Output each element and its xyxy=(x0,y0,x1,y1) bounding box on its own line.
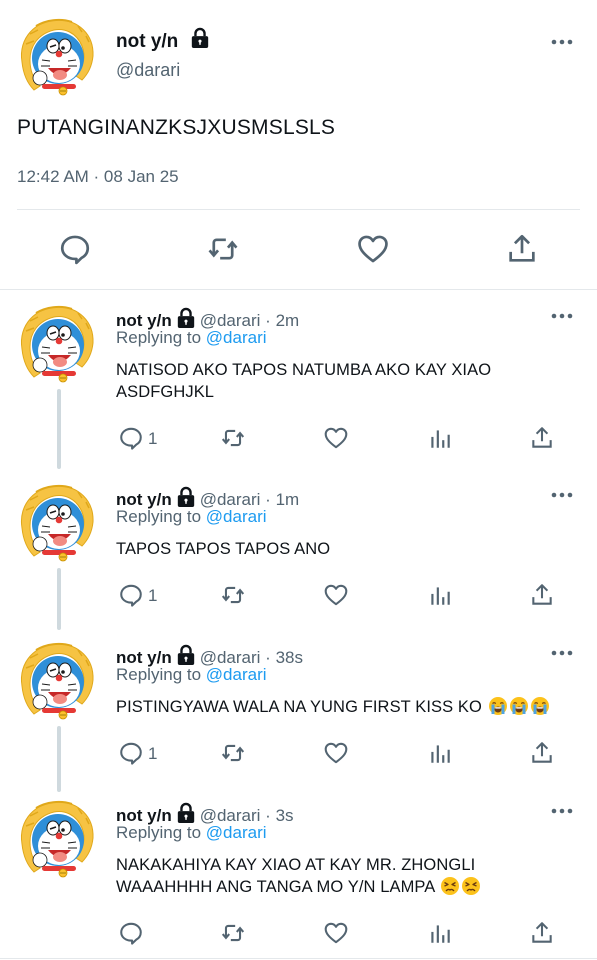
reply-text: NAKAKAHIYA KAY XIAO AT KAY MR. ZHONGLI W… xyxy=(116,854,576,898)
reply-text-line: TAPOS TAPOS TAPOS ANO xyxy=(116,540,331,558)
more-options-icon[interactable] xyxy=(550,37,574,47)
reply-tweet[interactable]: not y/n @darari · 1m Replying to @darari … xyxy=(0,470,597,630)
lock-icon xyxy=(176,307,196,329)
loudly-crying-face-icon xyxy=(509,696,529,716)
replying-to: Replying to @darari xyxy=(116,507,267,527)
time-ago[interactable]: 38s xyxy=(276,648,303,667)
doraemon-avatar-icon[interactable] xyxy=(16,303,96,383)
main-tweet: not y/n @darari PUTANGINANZKSJXUSMSLSLS … xyxy=(0,0,597,290)
like-icon[interactable] xyxy=(323,425,349,451)
replying-prefix: Replying to xyxy=(116,328,202,347)
more-options-icon[interactable] xyxy=(550,490,574,500)
lock-icon xyxy=(176,644,196,666)
share-icon[interactable] xyxy=(529,920,555,946)
reply-text: NATISOD AKO TAPOS NATUMBA AKO KAY XIAO A… xyxy=(116,359,576,403)
reply-text-line: ASDFGHJKL xyxy=(116,383,215,401)
loudly-crying-face-icon xyxy=(530,696,550,716)
share-icon[interactable] xyxy=(505,232,539,266)
time-ago[interactable]: 1m xyxy=(276,490,300,509)
reply-icon[interactable] xyxy=(58,232,92,266)
more-options-icon[interactable] xyxy=(550,806,574,816)
retweet-icon[interactable] xyxy=(220,920,246,946)
retweet-icon[interactable] xyxy=(220,740,246,766)
display-name-text: not y/n xyxy=(116,31,179,52)
like-icon[interactable] xyxy=(323,740,349,766)
mention-link[interactable]: @darari xyxy=(206,328,267,347)
replying-to: Replying to @darari xyxy=(116,328,267,348)
doraemon-avatar-icon[interactable] xyxy=(16,798,96,878)
replying-prefix: Replying to xyxy=(116,507,202,526)
more-options-icon[interactable] xyxy=(550,648,574,658)
mention-link[interactable]: @darari xyxy=(206,665,267,684)
mention-link[interactable]: @darari xyxy=(206,823,267,842)
replying-prefix: Replying to xyxy=(116,665,202,684)
analytics-icon[interactable] xyxy=(427,425,453,451)
mention-link[interactable]: @darari xyxy=(206,507,267,526)
divider xyxy=(0,958,597,959)
lock-icon xyxy=(190,27,210,49)
reply-text-line: NATISOD AKO TAPOS NATUMBA AKO KAY XIAO xyxy=(116,361,492,379)
reply-text: PISTINGYAWA WALA NA YUNG FIRST KISS KO xyxy=(116,696,576,718)
replying-to: Replying to @darari xyxy=(116,665,267,685)
reply-icon[interactable] xyxy=(118,920,144,946)
reply-icon[interactable] xyxy=(118,425,144,451)
like-icon[interactable] xyxy=(356,232,390,266)
more-options-icon[interactable] xyxy=(550,311,574,321)
reply-text: TAPOS TAPOS TAPOS ANO xyxy=(116,538,576,560)
reply-icon[interactable] xyxy=(118,740,144,766)
reply-text-line: NAKAKAHIYA KAY XIAO AT KAY MR. ZHONGLI xyxy=(116,856,476,874)
share-icon[interactable] xyxy=(529,425,555,451)
reply-text-line: PISTINGYAWA WALA NA YUNG FIRST KISS KO xyxy=(116,696,576,718)
doraemon-avatar-icon[interactable] xyxy=(16,482,96,562)
divider xyxy=(17,209,580,210)
analytics-icon[interactable] xyxy=(427,582,453,608)
doraemon-avatar-icon[interactable] xyxy=(16,16,96,96)
like-icon[interactable] xyxy=(323,920,349,946)
reply-count: 1 xyxy=(148,744,158,763)
reply-tweet[interactable]: not y/n @darari · 3s Replying to @darari … xyxy=(0,786,597,956)
like-icon[interactable] xyxy=(323,582,349,608)
reply-tweet[interactable]: not y/n @darari · 2m Replying to @darari … xyxy=(0,291,597,471)
reply-count: 1 xyxy=(148,586,158,605)
reply-icon[interactable] xyxy=(118,582,144,608)
lock-icon xyxy=(176,486,196,508)
tweet-timestamp[interactable]: 12:42 AM · 08 Jan 25 xyxy=(17,167,179,187)
time-ago[interactable]: 3s xyxy=(276,806,294,825)
divider xyxy=(0,289,597,290)
persevering-face-icon xyxy=(440,876,460,896)
thread-connector xyxy=(57,726,61,792)
reply-text-line: WAAAHHHH ANG TANGA MO Y/N LAMPA xyxy=(116,876,576,898)
persevering-face-icon xyxy=(461,876,481,896)
reply-text-content: WAAAHHHH ANG TANGA MO Y/N LAMPA xyxy=(116,878,435,896)
loudly-crying-face-icon xyxy=(488,696,508,716)
retweet-icon[interactable] xyxy=(220,425,246,451)
display-name[interactable]: not y/n xyxy=(116,27,214,53)
thread-connector xyxy=(57,568,61,630)
replying-to: Replying to @darari xyxy=(116,823,267,843)
reply-text-content: PISTINGYAWA WALA NA YUNG FIRST KISS KO xyxy=(116,698,482,716)
tweet-text: PUTANGINANZKSJXUSMSLSLS xyxy=(17,116,336,139)
share-icon[interactable] xyxy=(529,582,555,608)
doraemon-avatar-icon[interactable] xyxy=(16,640,96,720)
reply-tweet[interactable]: not y/n @darari · 38s Replying to @darari… xyxy=(0,628,597,792)
share-icon[interactable] xyxy=(529,740,555,766)
analytics-icon[interactable] xyxy=(427,920,453,946)
thread-connector xyxy=(57,389,61,469)
retweet-icon[interactable] xyxy=(206,232,240,266)
reply-count: 1 xyxy=(148,429,158,448)
replying-prefix: Replying to xyxy=(116,823,202,842)
time-ago[interactable]: 2m xyxy=(276,311,300,330)
retweet-icon[interactable] xyxy=(220,582,246,608)
analytics-icon[interactable] xyxy=(427,740,453,766)
handle[interactable]: @darari xyxy=(116,60,180,81)
lock-icon xyxy=(176,802,196,824)
